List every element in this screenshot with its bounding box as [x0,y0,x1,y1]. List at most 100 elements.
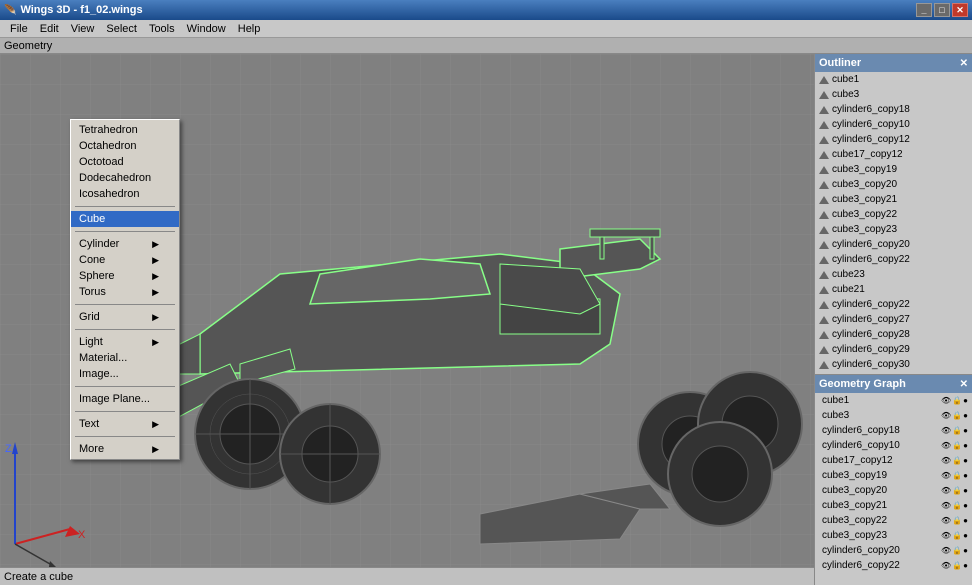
eye-icon: 👁 [941,426,951,435]
outliner-item-tri [819,136,829,144]
geom-item[interactable]: cube3_copy23 👁 🔒 ● [815,528,972,543]
eye-icon: 👁 [941,441,951,450]
geom-graph-close-button[interactable]: ✕ [960,379,968,390]
eye-icon: 👁 [941,561,951,570]
svg-text:Z: Z [5,443,12,455]
menubar-item-select[interactable]: Select [100,22,143,36]
outliner-item-tri [819,241,829,249]
menu-item-tetrahedron[interactable]: Tetrahedron [71,122,179,138]
outliner-item[interactable]: cube17_copy12 [815,147,972,162]
menu-item-cube[interactable]: Cube [71,211,179,227]
menu-item-light[interactable]: Light ▶ [71,334,179,350]
menu-item-imageplane[interactable]: Image Plane... [71,391,179,407]
lock-icon: 🔒 [952,441,962,450]
outliner-item-tri [819,316,829,324]
menubar: FileEditViewSelectToolsWindowHelp [0,20,972,38]
outliner-item[interactable]: cylinder6_copy18 [815,102,972,117]
outliner-title: Outliner [819,57,861,69]
dot-icon: ● [963,456,968,465]
viewport[interactable]: □ ◧ [0,54,814,585]
menubar-item-file[interactable]: File [4,22,34,36]
lock-icon: 🔒 [952,411,962,420]
geom-item[interactable]: cube1 👁 🔒 ● [815,393,972,408]
close-button[interactable]: ✕ [952,3,968,17]
outliner-item-tri [819,121,829,129]
menubar-item-view[interactable]: View [65,22,101,36]
dot-icon: ● [963,486,968,495]
window-title: Wings 3D - f1_02.wings [20,4,142,16]
geom-item[interactable]: cube3_copy22 👁 🔒 ● [815,513,972,528]
geom-item[interactable]: cylinder6_copy18 👁 🔒 ● [815,423,972,438]
outliner-item[interactable]: cube23 [815,267,972,282]
outliner-item[interactable]: cube1 [815,72,972,87]
outliner-item[interactable]: cylinder6_copy22 [815,297,972,312]
menu-item-octahedron[interactable]: Octahedron [71,138,179,154]
eye-icon: 👁 [941,501,951,510]
geom-item[interactable]: cube3_copy21 👁 🔒 ● [815,498,972,513]
dot-icon: ● [963,396,968,405]
outliner-item-tri [819,271,829,279]
maximize-button[interactable]: □ [934,3,950,17]
menu-item-octotoad[interactable]: Octotoad [71,154,179,170]
menu-item-grid[interactable]: Grid ▶ [71,309,179,325]
cone-arrow: ▶ [152,255,159,266]
geom-item[interactable]: cube3_copy19 👁 🔒 ● [815,468,972,483]
menu-item-sphere[interactable]: Sphere ▶ [71,268,179,284]
outliner-item[interactable]: cylinder6_copy29 [815,342,972,357]
menu-item-text[interactable]: Text ▶ [71,416,179,432]
eye-icon: 👁 [941,471,951,480]
outliner-item[interactable]: cylinder6_copy28 [815,327,972,342]
outliner-item[interactable]: cylinder6_copy20 [815,237,972,252]
eye-icon: 👁 [941,411,951,420]
sep-5 [75,386,175,387]
outliner-item[interactable]: cylinder6_copy27 [815,312,972,327]
main-area: □ ◧ [0,54,972,585]
outliner-close-button[interactable]: ✕ [960,58,968,69]
geom-item[interactable]: cylinder6_copy20 👁 🔒 ● [815,543,972,558]
geom-item[interactable]: cube3 👁 🔒 ● [815,408,972,423]
outliner-item[interactable]: cylinder6_copy30 [815,357,972,372]
menu-item-image[interactable]: Image... [71,366,179,382]
outliner-list: cube1cube3cylinder6_copy18cylinder6_copy… [815,72,972,374]
menubar-item-edit[interactable]: Edit [34,22,65,36]
outliner-item[interactable]: cube3_copy21 [815,192,972,207]
geom-item-icons: 👁 🔒 ● [941,426,968,435]
menu-item-cylinder[interactable]: Cylinder ▶ [71,236,179,252]
menu-item-more[interactable]: More ▶ [71,441,179,457]
sep-4 [75,329,175,330]
menu-item-torus[interactable]: Torus ▶ [71,284,179,300]
geom-item[interactable]: cylinder6_copy22 👁 🔒 ● [815,558,972,573]
menu-item-dodecahedron[interactable]: Dodecahedron [71,170,179,186]
geom-item[interactable]: cube3_copy20 👁 🔒 ● [815,483,972,498]
menu-item-material[interactable]: Material... [71,350,179,366]
lock-icon: 🔒 [952,561,962,570]
menubar-item-tools[interactable]: Tools [143,22,181,36]
minimize-button[interactable]: _ [916,3,932,17]
outliner-item[interactable]: cube3_copy19 [815,162,972,177]
sep-3 [75,304,175,305]
outliner-item[interactable]: cube21 [815,282,972,297]
menu-item-icosahedron[interactable]: Icosahedron [71,186,179,202]
dot-icon: ● [963,516,968,525]
outliner-item[interactable]: cylinder6_copy12 [815,132,972,147]
outliner-item[interactable]: cylinder6_copy22 [815,252,972,267]
menubar-item-window[interactable]: Window [181,22,232,36]
geom-item[interactable]: cylinder6_copy10 👁 🔒 ● [815,438,972,453]
geom-item[interactable]: cube17_copy12 👁 🔒 ● [815,453,972,468]
outliner-item[interactable]: cube3_copy20 [815,177,972,192]
geom-graph-header: Geometry Graph ✕ [815,375,972,393]
outliner-item[interactable]: cube3_copy23 [815,222,972,237]
outliner-item[interactable]: cube3_copy22 [815,207,972,222]
outliner-item[interactable]: cylinder6_copy10 [815,117,972,132]
outliner-item[interactable]: cube3 [815,87,972,102]
status-text: Create a cube [4,571,73,583]
menu-item-cone[interactable]: Cone ▶ [71,252,179,268]
outliner-item-tri [819,106,829,114]
light-arrow: ▶ [152,337,159,348]
menu-section-light: Light ▶ Material... Image... [71,332,179,384]
more-arrow: ▶ [152,444,159,455]
geom-item-icons: 👁 🔒 ● [941,441,968,450]
menubar-item-help[interactable]: Help [232,22,267,36]
eye-icon: 👁 [941,486,951,495]
geom-item-icons: 👁 🔒 ● [941,531,968,540]
